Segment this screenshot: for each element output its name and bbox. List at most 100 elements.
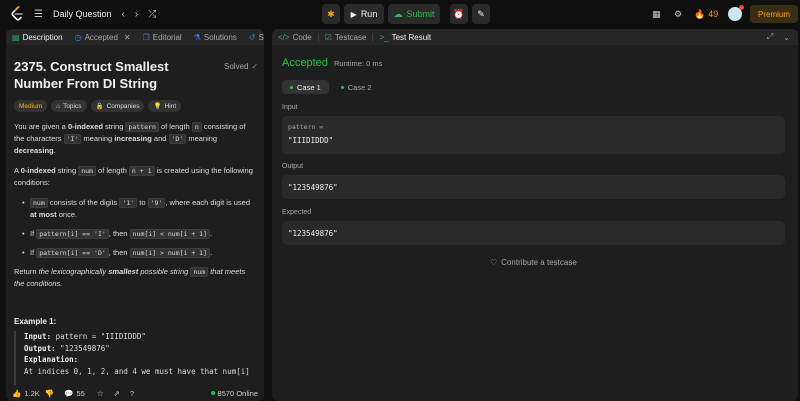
- topics-label: Topics: [63, 102, 82, 110]
- submit-button[interactable]: ☁ Submit: [388, 4, 440, 24]
- problem-badges: Medium ⌂ Topics 🔒 Companies 💡 Hint: [14, 100, 182, 112]
- tab-label: Test Result: [391, 32, 432, 42]
- prev-problem-icon[interactable]: ‹: [122, 9, 125, 20]
- tab-description[interactable]: ▤ Description: [6, 29, 69, 45]
- run-button[interactable]: ▶ Run: [344, 4, 384, 24]
- expand-icon[interactable]: ⤢: [767, 32, 773, 42]
- description-paragraph: You are given a 0-indexed string pattern…: [14, 122, 246, 155]
- tab-label: Testcase: [334, 32, 367, 42]
- right-tab-bar: </> Code ☑ Testcase >_ Test Result ⤢ ⌄: [272, 29, 798, 45]
- param-value: "IIIDIDDD": [288, 136, 334, 145]
- alarm-clock-icon: ⏰: [453, 8, 465, 19]
- tab-testcase[interactable]: ☑ Testcase: [319, 29, 373, 45]
- comment-icon[interactable]: 💬: [64, 389, 73, 398]
- tab-label: Code: [292, 32, 312, 42]
- example-output-line: Output: "123549876": [24, 343, 110, 353]
- case-label: Case 1: [297, 82, 321, 92]
- submit-label: Submit: [406, 9, 435, 19]
- help-icon[interactable]: ?: [130, 389, 134, 398]
- tag-icon: ⌂: [56, 102, 61, 110]
- timer-button[interactable]: ⏰: [450, 4, 468, 24]
- difficulty-badge: Medium: [14, 100, 48, 112]
- output-section-label: Output: [282, 163, 304, 170]
- like-count: 1.2K: [24, 388, 40, 398]
- share-icon[interactable]: ⇗: [114, 389, 120, 398]
- lock-icon: 🔒: [95, 103, 104, 110]
- settings-gear-icon[interactable]: ⚙: [674, 9, 682, 20]
- companies-badge[interactable]: 🔒 Companies: [90, 100, 145, 112]
- thumbs-up-icon[interactable]: 👍: [12, 389, 21, 398]
- problem-title[interactable]: 2375. Construct Smallest Number From DI …: [14, 58, 184, 92]
- user-avatar[interactable]: [728, 5, 744, 21]
- tab-editorial[interactable]: ❐ Editorial: [137, 29, 188, 45]
- check-circle-icon: ✓: [251, 62, 259, 71]
- play-icon: ▶: [350, 9, 357, 19]
- bug-icon: ✱: [327, 8, 335, 19]
- streak-counter[interactable]: 🔥 49: [694, 9, 718, 20]
- leetcode-logo-icon[interactable]: [10, 6, 24, 22]
- checkbox-icon: ☑: [324, 32, 332, 42]
- tab-solutions[interactable]: ⚗ Solutions: [188, 29, 243, 45]
- history-icon: ↺: [248, 32, 256, 42]
- pass-dot: [290, 85, 293, 89]
- conditions-list: num consists of the digits '1' to '9', w…: [14, 197, 254, 259]
- notes-button[interactable]: ✎: [472, 4, 490, 24]
- star-icon[interactable]: ☆: [97, 389, 104, 398]
- tab-code[interactable]: </> Code: [272, 29, 318, 45]
- example-explanation-label: Explanation:: [24, 355, 79, 364]
- pass-dot: [340, 85, 344, 89]
- problem-list-icon[interactable]: ☰: [34, 9, 43, 20]
- contribute-testcase-button[interactable]: ♡ Contribute a testcase: [490, 258, 577, 267]
- streak-count: 49: [708, 9, 719, 19]
- example-title: Example 1:: [14, 317, 57, 326]
- thumbs-down-icon[interactable]: 👎: [45, 389, 54, 398]
- layout-grid-icon[interactable]: ▦: [652, 9, 661, 20]
- lightbulb-icon: 💡: [153, 103, 162, 110]
- runtime-label: Runtime: 0 ms: [334, 59, 383, 68]
- daily-question-title[interactable]: Daily Question: [53, 9, 112, 19]
- collapse-chevron-icon[interactable]: ⌄: [783, 33, 790, 42]
- description-panel: ▤ Description ◷ Accepted ✕ ❐ Editorial ⚗…: [6, 29, 264, 401]
- flask-icon: ⚗: [193, 32, 201, 42]
- list-item: If pattern[i] == 'I', then num[i] < num[…: [22, 228, 254, 240]
- tab-accepted[interactable]: ◷ Accepted ✕: [69, 29, 137, 45]
- example-input-line: Input: pattern = "IIIDIDDD": [24, 332, 146, 341]
- tab-label: Su: [258, 32, 265, 42]
- expected-section-label: Expected: [282, 209, 312, 216]
- solved-label: Solved: [224, 62, 249, 71]
- tab-submissions[interactable]: ↺ Su: [243, 29, 264, 45]
- heart-icon: ♡: [490, 258, 498, 267]
- terminal-icon: >_: [379, 32, 389, 42]
- shuffle-icon[interactable]: ⤮: [148, 9, 156, 20]
- contribute-label: Contribute a testcase: [501, 258, 577, 267]
- clock-icon: ◷: [74, 32, 82, 42]
- expected-value: "123549876": [288, 229, 338, 238]
- debug-button[interactable]: ✱: [322, 4, 340, 24]
- document-icon: ▤: [12, 32, 20, 42]
- topics-badge[interactable]: ⌂ Topics: [51, 100, 87, 112]
- example-block: Input: pattern = "IIIDIDDD" Output: "123…: [14, 331, 264, 391]
- premium-button[interactable]: Premium: [750, 5, 799, 23]
- hint-badge[interactable]: 💡 Hint: [148, 100, 182, 112]
- input-box: pattern = "IIIDIDDD": [282, 116, 785, 154]
- note-icon: ✎: [477, 8, 485, 19]
- expected-box: "123549876": [282, 221, 785, 245]
- code-icon: </>: [278, 32, 290, 42]
- left-tab-bar: ▤ Description ◷ Accepted ✕ ❐ Editorial ⚗…: [6, 29, 264, 45]
- case-tab-2[interactable]: Case 2: [333, 80, 380, 94]
- tab-test-result[interactable]: >_ Test Result: [373, 29, 437, 45]
- list-item: If pattern[i] == 'D', then num[i] > num[…: [22, 247, 254, 259]
- next-problem-icon[interactable]: ›: [135, 9, 138, 20]
- list-item: num consists of the digits '1' to '9', w…: [22, 197, 254, 221]
- case-tabs: Case 1 Case 2: [282, 80, 380, 94]
- tab-label: Solutions: [203, 32, 237, 42]
- close-icon[interactable]: ✕: [124, 33, 131, 42]
- description-paragraph: Return the lexicographically smallest po…: [14, 267, 246, 288]
- tab-label: Accepted: [84, 32, 118, 42]
- result-panel: </> Code ☑ Testcase >_ Test Result ⤢ ⌄ A…: [272, 29, 798, 401]
- param-name: pattern =: [288, 123, 324, 131]
- case-tab-1[interactable]: Case 1: [282, 80, 329, 94]
- output-box: "123549876": [282, 175, 785, 199]
- online-dot: [210, 391, 215, 395]
- example-explanation-line: At indices 0, 1, 2, and 4 we must have t…: [24, 366, 250, 376]
